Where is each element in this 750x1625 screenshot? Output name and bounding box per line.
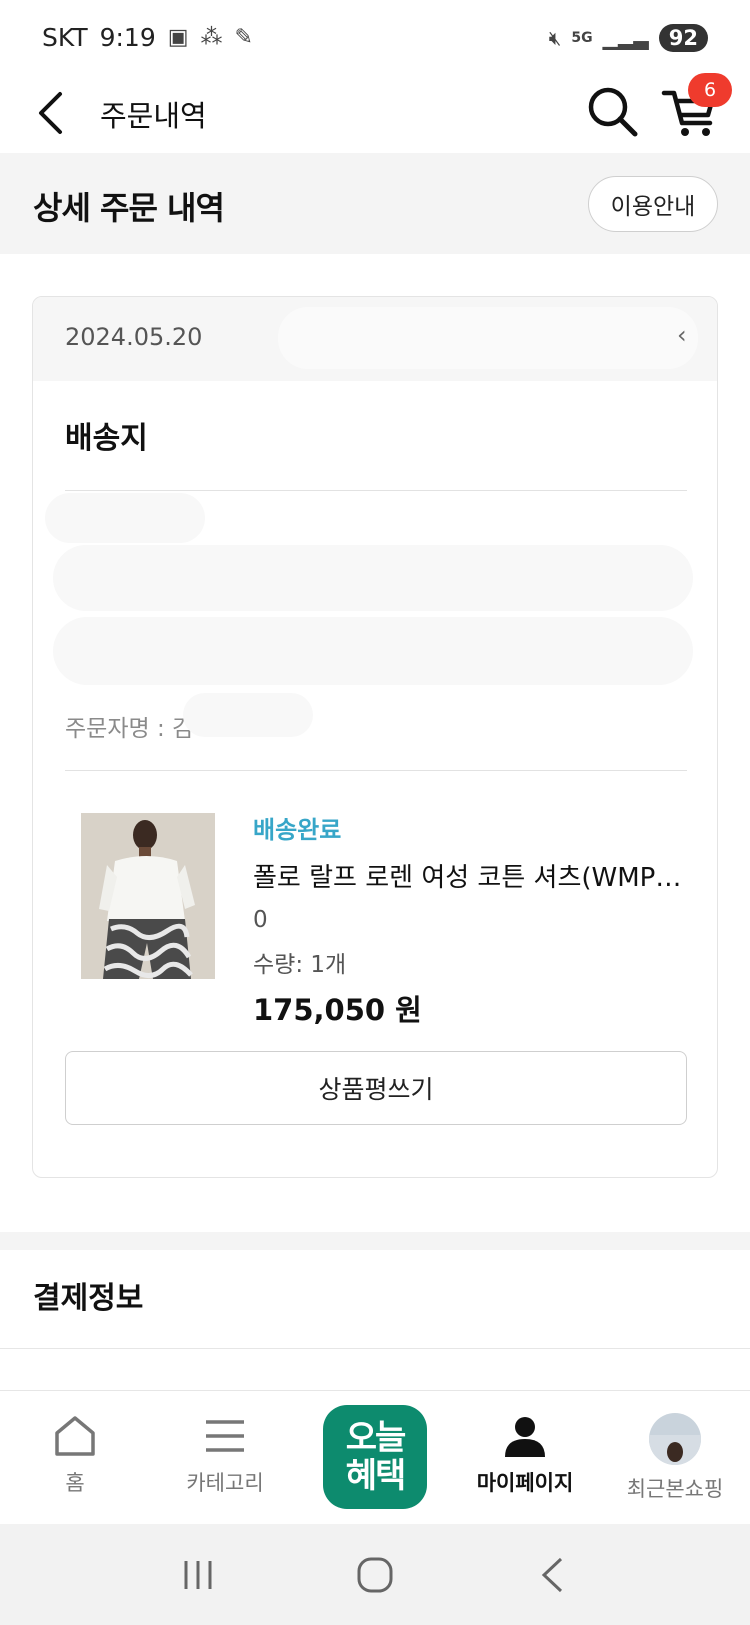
divider (65, 490, 687, 491)
nav-mypage-label: 마이페이지 (476, 1471, 574, 1495)
section-title: 상세 주문 내역 (33, 189, 225, 227)
product-quantity: 수량: 1개 (253, 952, 347, 978)
search-icon (588, 87, 638, 137)
redacted-phone (53, 617, 693, 685)
divider (0, 1348, 750, 1349)
divider (65, 770, 687, 771)
product-thumbnail[interactable] (81, 813, 215, 979)
status-bar: SKT 9:19 ▣ ⁂ ✎ 🔇︎ 5G ▁▂▃ 92 (0, 0, 750, 75)
orderer-name: 주문자명 : 김 (65, 716, 194, 742)
redacted-order-number (278, 307, 698, 369)
home-circle-icon (357, 1557, 393, 1592)
delivery-status: 배송완료 (253, 816, 342, 844)
app-header: 주문내역 6 (0, 73, 750, 153)
product-price: 175,050 원 (253, 993, 422, 1027)
back-arrow-icon (39, 92, 62, 134)
recent-apps-icon (184, 1560, 212, 1589)
nav-category-label: 카테고리 (186, 1471, 264, 1495)
today-benefit-line2: 혜택 (345, 1456, 407, 1496)
nav-category[interactable]: 카테고리 (150, 1391, 300, 1525)
user-icon (505, 1417, 545, 1457)
signal-icon: ▁▂▃ (602, 25, 649, 50)
payment-info-title: 결제정보 (33, 1281, 144, 1316)
order-card-header[interactable]: 2024.05.20 ‹ (33, 297, 717, 381)
nav-home-label: 홈 (65, 1471, 85, 1495)
usage-guide-button[interactable]: 이용안내 (588, 176, 718, 232)
gallery-notification-icon: ▣ (167, 25, 189, 50)
back-system-button[interactable] (512, 1545, 592, 1605)
today-benefit-line1: 오늘 (345, 1418, 407, 1458)
product-image (81, 813, 215, 979)
product-option: 0 (253, 907, 268, 933)
battery-indicator: 92 (658, 23, 708, 52)
menu-icon (206, 1420, 244, 1452)
chevron-icon: ‹ (677, 321, 687, 349)
shipping-address-title: 배송지 (65, 421, 148, 456)
system-navigation-bar (0, 1524, 750, 1625)
section-header: 상세 주문 내역 이용안내 (0, 153, 750, 254)
nav-home[interactable]: 홈 (0, 1391, 150, 1525)
redacted-recipient (45, 493, 205, 543)
network-type: 5G (571, 29, 593, 46)
back-chevron-icon (541, 1557, 562, 1592)
recent-product-avatar (649, 1413, 701, 1465)
write-review-button[interactable]: 상품평쓰기 (65, 1051, 687, 1125)
recent-apps-button[interactable] (158, 1545, 238, 1605)
status-right: 🔇︎ 5G ▁▂▃ 92 (548, 23, 708, 52)
bottom-navigation: 홈 카테고리 오늘 혜택 마이페이지 최근본쇼핑 (0, 1390, 750, 1524)
section-separator (0, 1232, 750, 1250)
nav-recent-label: 최근본쇼핑 (626, 1477, 724, 1501)
carrier-label: SKT (42, 23, 88, 52)
product-name[interactable]: 폴로 랄프 로렌 여성 코튼 셔츠(WMPOSHTNY610010) (253, 857, 683, 894)
redacted-orderer (183, 693, 313, 737)
shoe-notification-icon: ✎ (234, 25, 253, 50)
clock: 9:19 (99, 23, 156, 52)
redacted-address (53, 545, 693, 611)
nav-mypage[interactable]: 마이페이지 (450, 1391, 600, 1525)
today-benefit-button[interactable]: 오늘 혜택 (323, 1405, 427, 1509)
order-date: 2024.05.20 (65, 323, 203, 351)
status-left: SKT 9:19 ▣ ⁂ ✎ (42, 23, 253, 52)
home-icon (55, 1416, 95, 1456)
app-notification-icon: ⁂ (200, 25, 223, 50)
nav-recent[interactable]: 최근본쇼핑 (600, 1391, 750, 1525)
search-button[interactable] (582, 81, 642, 141)
mute-icon: 🔇︎ (548, 25, 562, 50)
cart-count-badge: 6 (688, 73, 732, 107)
back-button[interactable] (30, 85, 70, 141)
page-title: 주문내역 (100, 99, 207, 133)
order-card: 2024.05.20 ‹ 배송지 주문자명 : 김 배송완료 폴로 랄프 로렌 … (32, 296, 718, 1178)
home-system-button[interactable] (335, 1545, 415, 1605)
